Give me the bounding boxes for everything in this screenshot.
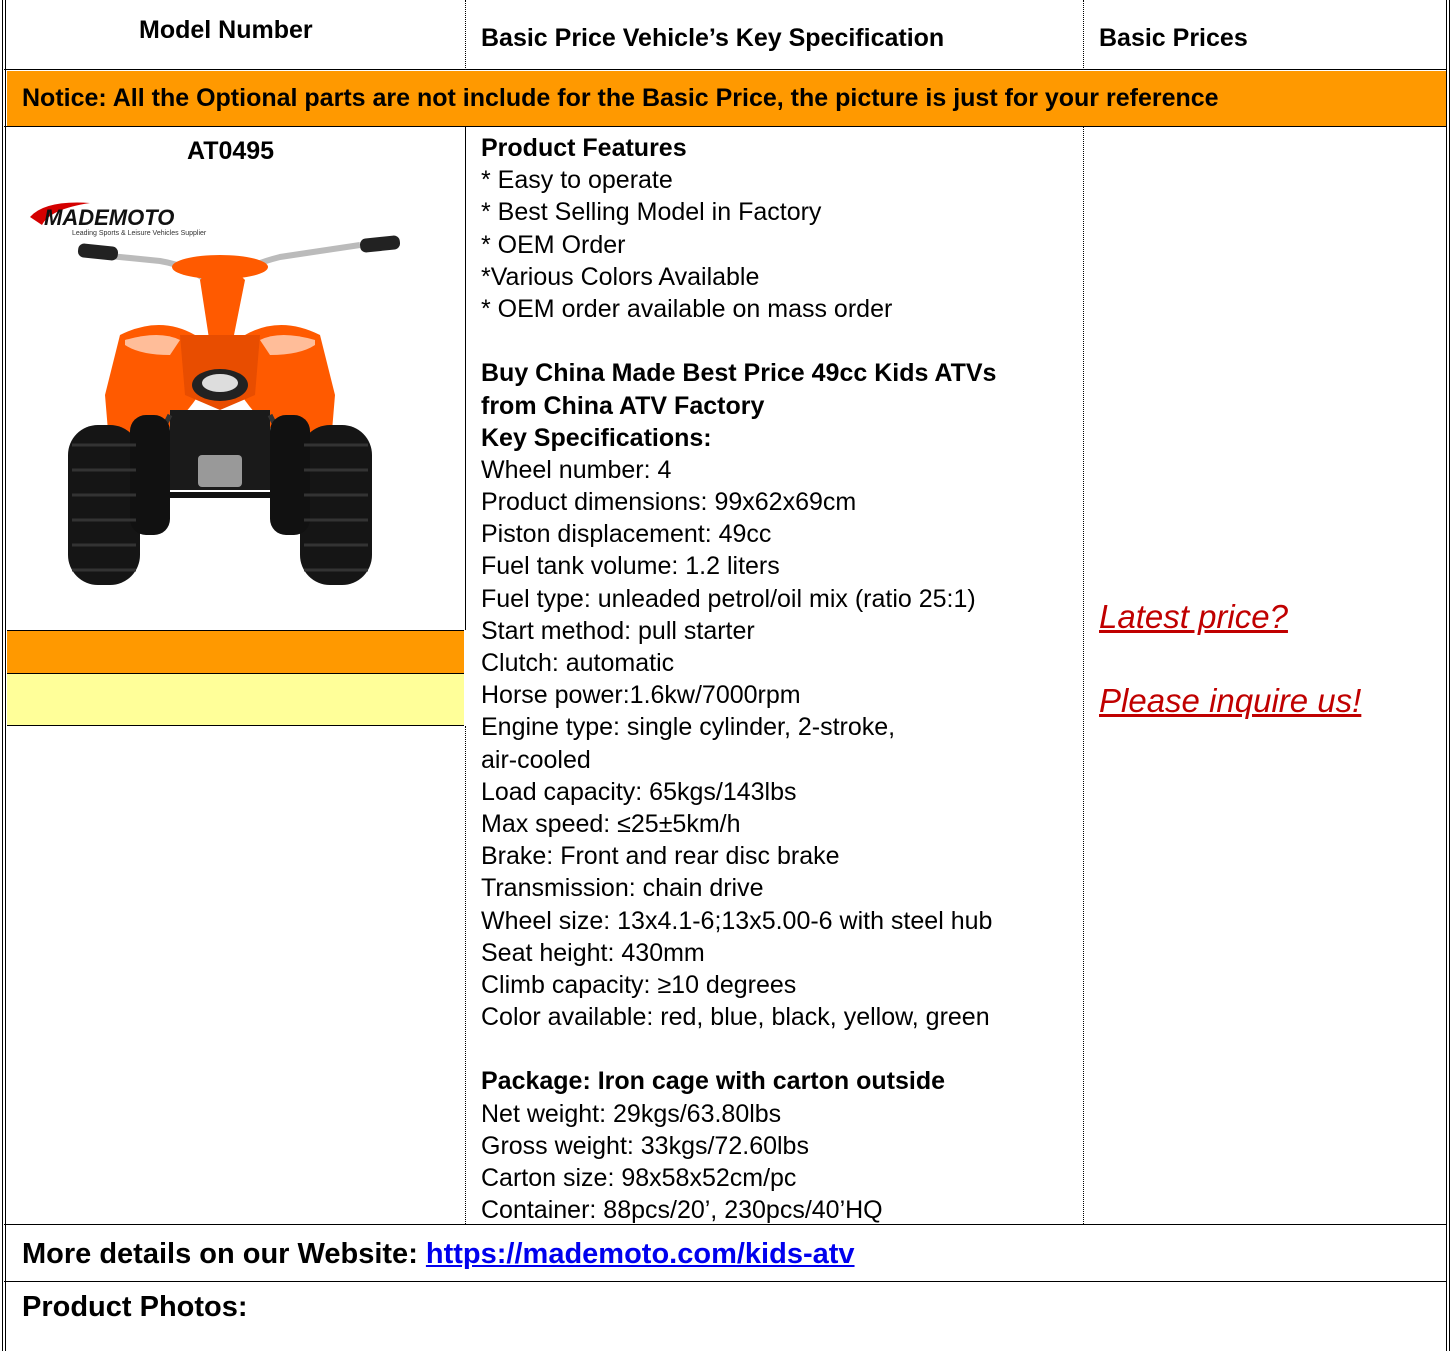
package-title: Package: Iron cage with carton outside [481, 1067, 946, 1096]
model-number: AT0495 [187, 137, 275, 165]
details-label: More details on our Website: [22, 1238, 426, 1270]
website-link[interactable]: https://mademoto.com/kids-atv [426, 1238, 855, 1270]
spec-item: Transmission: chain drive [481, 874, 764, 903]
body-divider-1 [465, 127, 466, 630]
row-divider [4, 69, 1446, 70]
package-item: Gross weight: 33kgs/72.60lbs [481, 1131, 809, 1160]
model-color-band [7, 630, 464, 674]
inquire-link[interactable]: Please inquire us! [1099, 682, 1361, 720]
headline-line-1: Buy China Made Best Price 49cc Kids ATVs [481, 359, 997, 388]
feature-item: * OEM Order [481, 230, 626, 259]
spec-item: Fuel tank volume: 1.2 liters [481, 552, 780, 581]
model-note-band [7, 674, 464, 726]
spec-sheet-page: Model Number Basic Price Vehicle’s Key S… [0, 0, 1453, 1351]
spec-item: Climb capacity: ≥10 degrees [481, 970, 797, 999]
spec-item: Product dimensions: 99x62x69cm [481, 488, 857, 517]
header-model-number: Model Number [139, 16, 313, 44]
spec-item: Load capacity: 65kgs/143lbs [481, 777, 797, 806]
feature-item: *Various Colors Available [481, 262, 760, 291]
atv-photo: MADEMOTO Leading Sports & Leisure Vehicl… [30, 202, 401, 585]
key-specs-title: Key Specifications: [481, 423, 712, 452]
package-item: Container: 88pcs/20’, 230pcs/40’HQ [481, 1196, 883, 1225]
product-image: MADEMOTO Leading Sports & Leisure Vehicl… [20, 195, 420, 605]
body-divider-1b [465, 726, 466, 1224]
headline-line-2: from China ATV Factory [481, 391, 765, 420]
spec-item: Start method: pull starter [481, 616, 755, 645]
spec-item: Wheel size: 13x4.1-6;13x5.00-6 with stee… [481, 906, 993, 935]
right-border [1446, 0, 1450, 1351]
logo-text: MADEMOTO [44, 205, 174, 230]
header-divider-1 [465, 0, 466, 70]
row-divider [4, 1281, 1446, 1282]
feature-item: * OEM order available on mass order [481, 294, 893, 323]
spec-item: Max speed: ≤25±5km/h [481, 809, 741, 838]
body-divider-2 [1083, 127, 1084, 1224]
spec-item: Brake: Front and rear disc brake [481, 842, 840, 871]
header-divider-2 [1083, 0, 1084, 70]
feature-item: * Best Selling Model in Factory [481, 198, 822, 227]
spec-item: Horse power:1.6kw/7000rpm [481, 681, 801, 710]
features-title: Product Features [481, 134, 687, 162]
row-divider [4, 1224, 1446, 1225]
header-key-specification: Basic Price Vehicle’s Key Specification [481, 24, 945, 52]
left-border [2, 0, 6, 1351]
package-item: Net weight: 29kgs/63.80lbs [481, 1099, 782, 1128]
spec-item: air-cooled [481, 745, 591, 774]
header-basic-prices: Basic Prices [1099, 24, 1248, 52]
spec-item: Wheel number: 4 [481, 455, 672, 484]
spec-item: Color available: red, blue, black, yello… [481, 1003, 990, 1032]
spec-item: Piston displacement: 49cc [481, 520, 772, 549]
feature-item: * Easy to operate [481, 166, 673, 195]
spec-item: Clutch: automatic [481, 649, 675, 677]
spec-item: Engine type: single cylinder, 2-stroke, [481, 713, 896, 742]
latest-price-link[interactable]: Latest price? [1099, 598, 1288, 636]
product-photos-label: Product Photos: [22, 1291, 248, 1323]
spec-column: Product Features * Easy to operate * Bes… [481, 132, 996, 1226]
spec-item: Fuel type: unleaded petrol/oil mix (rati… [481, 584, 976, 613]
package-item: Carton size: 98x58x52cm/pc [481, 1164, 797, 1192]
spec-item: Seat height: 430mm [481, 938, 705, 967]
logo-tagline: Leading Sports & Leisure Vehicles Suppli… [72, 230, 207, 237]
notice-text: Notice: All the Optional parts are not i… [22, 84, 1219, 112]
row-divider [4, 126, 1446, 127]
details-row: More details on our Website: https://mad… [22, 1238, 855, 1271]
